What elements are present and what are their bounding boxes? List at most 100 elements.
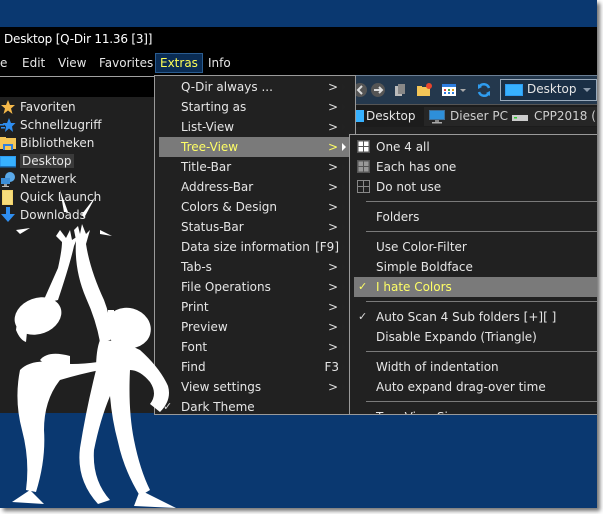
extras-menu-item[interactable]: Starting as > [159, 97, 351, 117]
menu-item-label: Folders [376, 210, 420, 224]
menu-item-shortcut: [F9] [315, 240, 339, 254]
tab-bar: Desktop Dieser PC CPP2018 (F: [340, 104, 597, 127]
extras-menu-item[interactable]: Preview > [159, 317, 351, 337]
menu-edit[interactable]: Edit [18, 54, 49, 72]
extras-menu-item[interactable]: Data size information [F9] [159, 237, 351, 257]
submenu-arrow-icon [339, 337, 349, 357]
menu-extras[interactable]: Extras [155, 53, 203, 73]
extras-menu-item[interactable]: View settings > [159, 377, 351, 397]
extras-menu-item[interactable]: Q-Dir always ... > [159, 77, 351, 97]
menu-favorites[interactable]: Favorites [95, 54, 157, 72]
menu-item-label: Disable Expando (Triangle) [376, 330, 537, 344]
submenu-arrow-icon [339, 157, 349, 177]
menu-bar: e Edit View Favorites Extras Info [0, 52, 597, 74]
title-bar: Desktop [Q-Dir 11.36 [3]] [0, 27, 597, 51]
menu-item-label: Find [181, 360, 206, 374]
menu-separator [366, 201, 597, 202]
chevron-right-icon: > [327, 380, 338, 394]
tree-view-menu-item[interactable]: Auto expand drag-over time [354, 377, 597, 397]
extras-menu-item[interactable]: Tree-View > [159, 137, 351, 157]
menu-view[interactable]: View [54, 54, 90, 72]
menu-item-label: Font [181, 340, 208, 354]
menu-separator [366, 401, 597, 402]
extras-menu-item[interactable]: Find F3 [159, 357, 351, 377]
address-value: Desktop [527, 82, 577, 96]
new-folder-icon[interactable] [416, 82, 432, 98]
tree-item-schnellzugriff[interactable]: Schnellzugriff [0, 116, 102, 134]
view-dropdown-icon[interactable] [459, 82, 467, 98]
desktop-icon [0, 155, 16, 167]
extras-menu-item[interactable]: Status-Bar > [159, 217, 351, 237]
submenu-arrow-icon [339, 237, 349, 257]
menu-item-label: Simple Boldface [376, 260, 473, 274]
tree-view-menu-item[interactable]: Disable Expando (Triangle) [354, 327, 597, 347]
tree-item-favoriten[interactable]: Favoriten [0, 98, 76, 116]
extras-menu-item[interactable]: Address-Bar > [159, 177, 351, 197]
extras-menu-item[interactable]: List-View > [159, 117, 351, 137]
address-bar[interactable]: Desktop [500, 79, 597, 101]
menu-info[interactable]: Info [204, 54, 235, 72]
tree-view-menu-item[interactable]: ✓ I hate Colors [354, 277, 597, 297]
submenu-arrow-icon [339, 117, 349, 137]
tree-view-menu-item[interactable]: Simple Boldface [354, 257, 597, 277]
menu-item-label: I hate Colors [376, 280, 452, 294]
menu-item-label: Tree-View Size [376, 407, 462, 414]
tree-item-netzwerk[interactable]: Netzwerk [0, 170, 76, 188]
menu-item-label: Starting as [181, 100, 247, 114]
copy-move-icon[interactable] [392, 82, 408, 98]
menu-file[interactable]: e [0, 54, 11, 72]
chevron-right-icon: > [327, 100, 338, 114]
submenu-arrow-icon [339, 377, 349, 397]
tree-item-desktop[interactable]: Desktop [0, 152, 74, 170]
menu-item-label: Width of indentation [376, 360, 499, 374]
chevron-right-icon: > [327, 200, 338, 214]
drive-icon [512, 115, 528, 121]
tree-view-menu-item[interactable]: Use Color-Filter [354, 237, 597, 257]
tab-desktop[interactable]: Desktop [348, 107, 416, 126]
submenu-arrow-icon [339, 277, 349, 297]
tab-dieser-pc[interactable]: Dieser PC [424, 107, 514, 126]
tree-view-menu-item[interactable]: Each has one [354, 157, 597, 177]
menu-item-label: Each has one [376, 160, 457, 174]
menu-item-label: Print [181, 300, 209, 314]
tree-view-submenu: One 4 all Each has one Do not use Folders Us… [349, 134, 597, 415]
network-icon [1, 171, 15, 187]
view-layout-icon[interactable] [441, 82, 457, 98]
tree-item-bibliotheken[interactable]: Bibliotheken [0, 134, 94, 152]
chevron-right-icon: > [327, 300, 338, 314]
tree-view-menu-item[interactable]: ✓ Auto Scan 4 Sub folders [+][ ] [354, 307, 597, 327]
extras-menu-item[interactable]: Colors & Design > [159, 197, 351, 217]
tree-view-menu-item[interactable]: Do not use [354, 177, 597, 197]
menu-item-label: One 4 all [376, 140, 430, 154]
extras-menu-item[interactable]: ✓ Dark Theme [159, 397, 351, 414]
forward-icon[interactable] [370, 82, 386, 98]
extras-menu-item[interactable]: Print > [159, 297, 351, 317]
chevron-right-icon: > [327, 280, 338, 294]
chevron-right-icon: > [327, 220, 338, 234]
menu-item-label: Colors & Design [181, 200, 277, 214]
tab-cpp2018[interactable]: CPP2018 (F: [508, 107, 597, 126]
chevron-right-icon: > [327, 140, 338, 154]
extras-menu-item[interactable]: Tab-s > [159, 257, 351, 277]
tree-view-menu-item[interactable]: Tree-View Size [354, 407, 597, 414]
menu-item-label: Tab-s [181, 260, 212, 274]
tree-view-menu-item[interactable]: One 4 all [354, 137, 597, 157]
grid-do-not-use-icon [357, 180, 370, 193]
chevron-right-icon: > [327, 260, 338, 274]
menu-item-label: Do not use [376, 180, 442, 194]
grid-one-for-all-icon [357, 140, 370, 153]
menu-item-label: Auto expand drag-over time [376, 380, 546, 394]
checkmark-icon: ✓ [358, 280, 368, 293]
extras-menu-item[interactable]: File Operations > [159, 277, 351, 297]
tree-view-menu-item[interactable]: Width of indentation [354, 357, 597, 377]
menu-item-label: Q-Dir always ... [181, 80, 273, 94]
toolbar: Desktop [340, 75, 597, 104]
submenu-arrow-icon [339, 217, 349, 237]
refresh-icon[interactable] [476, 82, 492, 98]
extras-menu-item[interactable]: Title-Bar > [159, 157, 351, 177]
extras-menu-item[interactable]: Font > [159, 337, 351, 357]
tree-view-menu-item[interactable]: Folders [354, 207, 597, 227]
address-dropdown-icon[interactable] [583, 86, 591, 94]
menu-item-shortcut: F3 [324, 360, 339, 374]
menu-item-label: Data size information [181, 240, 310, 254]
